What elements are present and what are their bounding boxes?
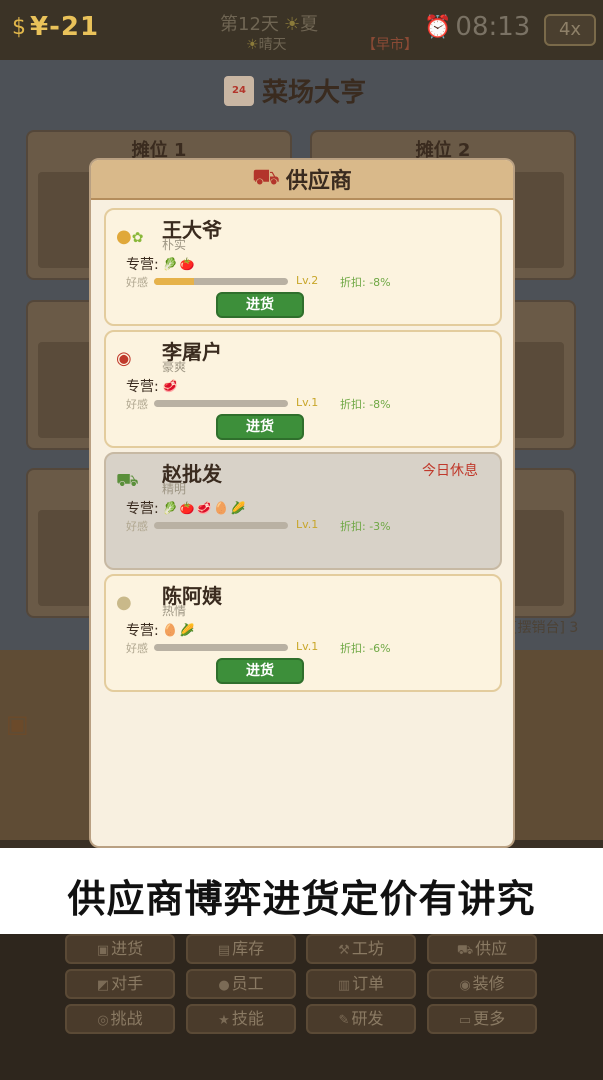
supplier-discount: 折扣: -8% xyxy=(340,398,391,411)
money-display: $ ¥-21 xyxy=(12,12,99,42)
palette-icon: ◉ xyxy=(459,978,471,993)
supplier-discount: 折扣: -3% xyxy=(340,520,391,533)
supplier-card: ⛟ 赵批发 精明 今日休息 专营: 🥬🍅🥩🥚🌽 好感 Lv.1 折扣: -3% xyxy=(104,452,502,570)
supplier-card: ◉ 李屠户 豪爽 专营: 🥩 好感 Lv.1 折扣: -8% 进货 xyxy=(104,330,502,448)
supplier-specialty: 专营: 🥬🍅 xyxy=(126,254,197,274)
goods-icons: 🥚🌽 xyxy=(162,623,197,637)
supplier-modal: ⛟ 供应商 ●✿ 王大爷 朴实 专营: 🥬🍅 好感 Lv.2 折扣: -8% 进… xyxy=(89,158,515,848)
supplier-level: Lv.1 xyxy=(296,640,319,653)
supplier-card: ● 陈阿姨 热情 专营: 🥚🌽 好感 Lv.1 折扣: -6% 进货 xyxy=(104,574,502,692)
supplier-discount: 折扣: -6% xyxy=(340,642,391,655)
truck-icon: ⛟ xyxy=(456,943,474,958)
menu-button-skills[interactable]: ★ 技能 xyxy=(186,1004,296,1034)
favor-label: 好感 xyxy=(126,398,148,411)
supplier-discount: 折扣: -8% xyxy=(340,276,391,289)
menu-button-rival[interactable]: ◩ 对手 xyxy=(65,969,175,999)
buy-button[interactable]: 进货 xyxy=(216,658,304,684)
menu-button-orders[interactable]: ▥ 订单 xyxy=(306,969,416,999)
star-icon: ★ xyxy=(218,1013,230,1028)
goods-icons: 🥬🍅 xyxy=(162,257,197,271)
favor-label: 好感 xyxy=(126,642,148,655)
clipboard-icon: ▤ xyxy=(217,943,231,958)
rest-status: 今日休息 xyxy=(422,463,478,479)
favor-bar xyxy=(154,644,288,651)
supplier-trait: 豪爽 xyxy=(162,360,187,374)
supplier-level: Lv.2 xyxy=(296,274,319,287)
menu-button-staff[interactable]: ● 员工 xyxy=(186,969,296,999)
specialty-label: 专营: xyxy=(126,379,159,395)
supplier-level: Lv.1 xyxy=(296,396,319,409)
buy-button[interactable]: 进货 xyxy=(216,292,304,318)
specialty-label: 专营: xyxy=(126,501,159,517)
favor-bar xyxy=(154,400,288,407)
briefcase-icon[interactable]: ▣ xyxy=(6,710,29,738)
promo-caption: 供应商博弈进货定价有讲究 xyxy=(0,848,603,934)
stall-hint: [摆销台] 3 xyxy=(512,620,579,636)
shop-title: 24 菜场大亨 xyxy=(224,72,366,109)
menu-button-supply[interactable]: ⛟ 供应 xyxy=(427,934,537,964)
hammer-icon: ⚒ xyxy=(338,943,350,958)
pencil-icon: ✎ xyxy=(338,1013,350,1028)
menu-button-purchase[interactable]: ▣ 进货 xyxy=(65,934,175,964)
target-icon: ◎ xyxy=(97,1013,109,1028)
top-bar: $ ¥-21 第12天 ☀夏 ☀晴天 【早市】 ⏰ 08:13 4x xyxy=(0,0,603,60)
caption-text: 供应商博弈进货定价有讲究 xyxy=(67,877,536,921)
alarm-clock-icon: ⏰ xyxy=(424,14,452,40)
menu-button-inventory[interactable]: ▤ 库存 xyxy=(186,934,296,964)
market-phase: 【早市】 xyxy=(362,37,418,53)
crate-icon: ▣ xyxy=(96,943,110,958)
elder-man-icon: ●✿ xyxy=(116,226,144,247)
shop-title-text: 菜场大亨 xyxy=(262,78,367,108)
goods-icons: 🥩 xyxy=(162,379,180,393)
game-clock: ⏰ 08:13 xyxy=(424,12,530,42)
menu-button-more[interactable]: ▭ 更多 xyxy=(427,1004,537,1034)
supplier-card: ●✿ 王大爷 朴实 专营: 🥬🍅 好感 Lv.2 折扣: -8% 进货 xyxy=(104,208,502,326)
specialty-label: 专营: xyxy=(126,257,159,273)
menu-button-workshop[interactable]: ⚒ 工坊 xyxy=(306,934,416,964)
book-icon: ▭ xyxy=(458,1013,472,1028)
speed-button[interactable]: 4x xyxy=(544,14,596,46)
menu-button-decor[interactable]: ◉ 装修 xyxy=(427,969,537,999)
supplier-trait: 热情 xyxy=(162,604,187,618)
person-icon: ● xyxy=(218,978,230,993)
shop-logo-icon: 24 xyxy=(224,75,254,106)
menu-button-research[interactable]: ✎ 研发 xyxy=(306,1004,416,1034)
specialty-label: 专营: xyxy=(126,623,159,639)
modal-title: 供应商 xyxy=(285,169,352,194)
supplier-trait: 朴实 xyxy=(162,238,187,252)
day-counter: 第12天 xyxy=(220,14,279,35)
grandma-icon: ● xyxy=(116,592,132,613)
weather-label: ☀晴天 xyxy=(246,37,287,53)
truck-icon: ⛟ xyxy=(252,165,280,190)
goods-icons: 🥬🍅🥩🥚🌽 xyxy=(162,501,248,515)
meat-icon: ◉ xyxy=(116,348,132,369)
season-label: ☀夏 xyxy=(284,14,319,35)
supplier-trait: 精明 xyxy=(162,482,187,496)
buy-button[interactable]: 进货 xyxy=(216,414,304,440)
supplier-specialty: 专营: 🥩 xyxy=(126,376,180,396)
favor-bar xyxy=(154,522,288,529)
order-icon: ▥ xyxy=(337,978,351,993)
sun-icon: ☀ xyxy=(284,14,301,35)
clock-time: 08:13 xyxy=(455,12,531,42)
bottom-menu: ▣ 进货 ▤ 库存 ⚒ 工坊 ⛟ 供应 ◩ 对手 ● 员工 ▥ 订单 ◉ 装修 ◎ 挑战 ★ 技能 … xyxy=(0,934,603,1080)
truck-icon: ⛟ xyxy=(116,470,139,491)
money-bag-icon: $ xyxy=(12,14,26,40)
favor-bar xyxy=(154,278,288,285)
favor-label: 好感 xyxy=(126,276,148,289)
menu-button-challenge[interactable]: ◎ 挑战 xyxy=(65,1004,175,1034)
favor-bar-fill xyxy=(154,278,195,285)
modal-header: ⛟ 供应商 xyxy=(91,160,513,200)
rival-icon: ◩ xyxy=(96,978,110,993)
favor-label: 好感 xyxy=(126,520,148,533)
money-value: ¥-21 xyxy=(30,12,100,42)
supplier-specialty: 专营: 🥬🍅🥩🥚🌽 xyxy=(126,498,247,518)
sunny-icon: ☀ xyxy=(246,37,259,53)
supplier-level: Lv.1 xyxy=(296,518,319,531)
supplier-specialty: 专营: 🥚🌽 xyxy=(126,620,197,640)
